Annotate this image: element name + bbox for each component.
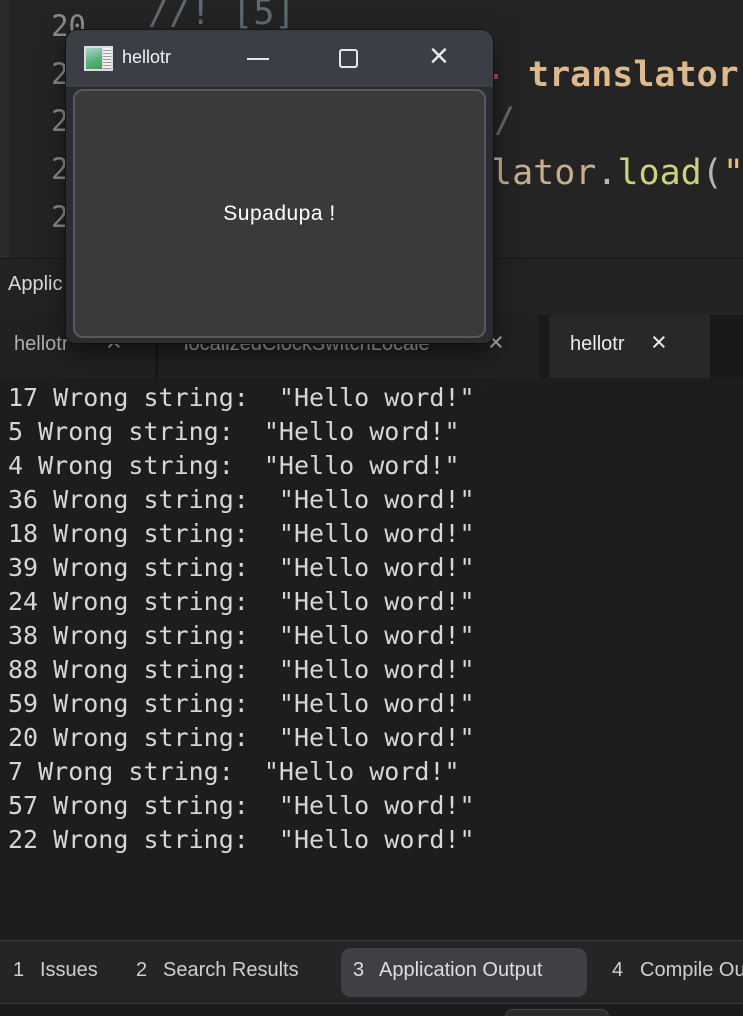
code-variable: translator	[528, 58, 739, 93]
code-slash: /	[494, 104, 515, 139]
pane-button-number: 3	[353, 959, 364, 982]
code-method: load	[617, 153, 701, 193]
window-body: Supadupa !	[66, 87, 493, 343]
app-icon	[84, 46, 113, 71]
window-title: hellotr	[122, 47, 171, 68]
close-icon[interactable]: ×	[429, 39, 449, 73]
code-paren: (	[702, 153, 723, 193]
code-dot: .	[596, 153, 617, 193]
app-icon-panel	[103, 48, 111, 69]
code-member-prefix: lator	[491, 153, 596, 193]
output-line: 18 Wrong string: "Hello word!"	[8, 517, 475, 551]
output-line: 57 Wrong string: "Hello word!"	[8, 789, 475, 823]
greeting-label: Supadupa !	[223, 202, 335, 226]
pane-button-search-results[interactable]: Search Results	[163, 959, 299, 982]
pane-button-number[interactable]: 4	[612, 959, 623, 982]
status-strip	[0, 1003, 743, 1016]
output-line: 5 Wrong string: "Hello word!"	[8, 415, 475, 449]
window-content-panel: Supadupa !	[73, 89, 486, 338]
pane-button-label: Application Output	[379, 959, 542, 982]
output-line: 24 Wrong string: "Hello word!"	[8, 585, 475, 619]
output-line: 88 Wrong string: "Hello word!"	[8, 653, 475, 687]
output-line: 38 Wrong string: "Hello word!"	[8, 619, 475, 653]
output-line: 17 Wrong string: "Hello word!"	[8, 381, 475, 415]
qt-creator-window: 20 21 22 23 24 //! [5] translator / lato…	[0, 0, 743, 1016]
output-line: 4 Wrong string: "Hello word!"	[8, 449, 475, 483]
pane-selector-bar: 1 Issues 2 Search Results 3 Application …	[0, 940, 743, 1003]
window-titlebar[interactable]: hellotr ×	[66, 30, 493, 87]
pane-button-compile-output[interactable]: Compile Output	[640, 959, 743, 982]
output-line: 39 Wrong string: "Hello word!"	[8, 551, 475, 585]
code-quote: "	[723, 153, 743, 193]
tab-label: hellotr	[14, 333, 68, 356]
application-output-pane[interactable]: 17 Wrong string: "Hello word!"5 Wrong st…	[0, 378, 743, 940]
code-comment: //! [5]	[148, 0, 296, 31]
run-config-dropdown[interactable]: Applic	[8, 273, 62, 296]
output-line: 22 Wrong string: "Hello word!"	[8, 823, 475, 857]
pane-button-issues[interactable]: Issues	[40, 959, 98, 982]
pane-button-number[interactable]: 1	[13, 959, 24, 982]
output-line: 59 Wrong string: "Hello word!"	[8, 687, 475, 721]
code-load-line: lator.load("	[491, 156, 743, 191]
editor-margin	[0, 0, 9, 258]
tab-hellotr-2-active[interactable]: hellotr ×	[549, 315, 710, 378]
close-tab-icon[interactable]: ×	[651, 329, 667, 356]
output-line: 36 Wrong string: "Hello word!"	[8, 483, 475, 517]
output-log: 17 Wrong string: "Hello word!"5 Wrong st…	[8, 381, 475, 857]
app-icon-canvas	[86, 48, 102, 69]
output-line: 7 Wrong string: "Hello word!"	[8, 755, 475, 789]
hellotr-app-window[interactable]: hellotr × Supadupa !	[66, 30, 493, 343]
minimize-icon[interactable]	[247, 58, 269, 60]
pane-button-application-output-active[interactable]: 3 Application Output	[341, 948, 587, 997]
status-strip-widget	[505, 1009, 609, 1016]
output-line: 20 Wrong string: "Hello word!"	[8, 721, 475, 755]
tab-label: hellotr	[570, 333, 624, 356]
pane-button-number[interactable]: 2	[136, 959, 147, 982]
maximize-icon[interactable]	[339, 49, 358, 68]
